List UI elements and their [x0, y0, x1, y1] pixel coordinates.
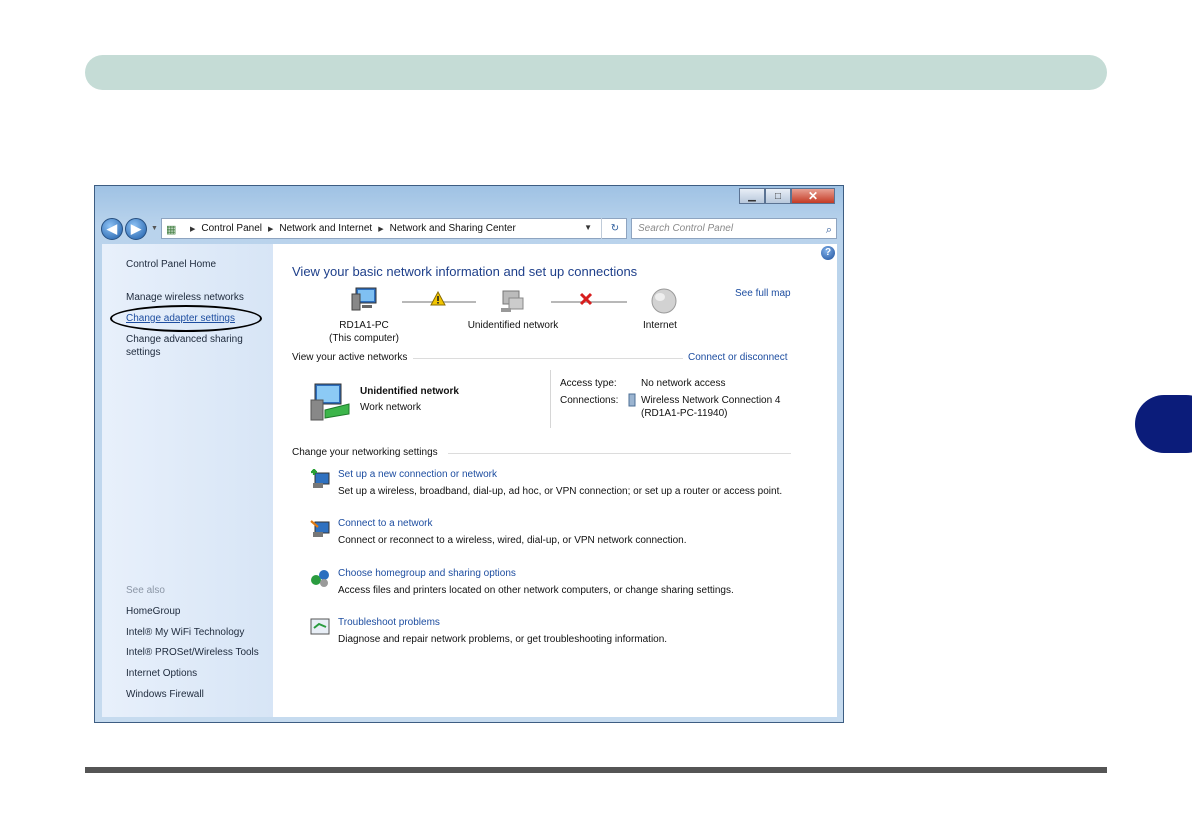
- computer-icon[interactable]: [350, 286, 380, 314]
- control-panel-window: ▁ □ ✕ ◀ ▶ ▼ ▦ ▶ Control Panel ▶ Network …: [94, 185, 844, 723]
- troubleshoot-problems-link[interactable]: Troubleshoot problems: [338, 617, 440, 628]
- connect-to-network-link[interactable]: Connect to a network: [338, 518, 433, 529]
- network-type-link[interactable]: Work network: [360, 401, 421, 414]
- connect-or-disconnect-link[interactable]: Connect or disconnect: [688, 352, 788, 363]
- help-icon[interactable]: ?: [821, 246, 835, 260]
- search-icon[interactable]: ⌕: [826, 221, 832, 240]
- wireless-signal-icon: [628, 393, 636, 407]
- maximize-button[interactable]: □: [765, 188, 791, 204]
- setup-new-connection-desc: Set up a wireless, broadband, dial-up, a…: [338, 486, 783, 497]
- intel-my-wifi-link[interactable]: Intel® My WiFi Technology: [126, 626, 244, 639]
- forward-button[interactable]: ▶: [125, 218, 147, 240]
- internet-label: Internet: [643, 320, 677, 331]
- connect-to-network-desc: Connect or reconnect to a wireless, wire…: [338, 535, 687, 546]
- search-placeholder: Search Control Panel: [638, 223, 734, 234]
- refresh-button[interactable]: ↻: [601, 218, 628, 239]
- chevron-right-icon[interactable]: ▶: [190, 225, 195, 233]
- troubleshoot-icon: [310, 618, 330, 635]
- breadcrumb-control-panel[interactable]: Control Panel: [201, 223, 262, 234]
- homegroup-options-desc: Access files and printers located on oth…: [338, 585, 734, 596]
- main-content: ? View your basic network information an…: [273, 244, 837, 717]
- navigation-bar: ◀ ▶ ▼ ▦ ▶ Control Panel ▶ Network and In…: [101, 217, 837, 241]
- active-networks-heading: View your active networks: [292, 352, 408, 363]
- see-also-label: See also: [126, 585, 165, 596]
- warning-icon: [430, 291, 446, 306]
- minimize-button[interactable]: ▁: [739, 188, 765, 204]
- homegroup-icon: [311, 570, 329, 587]
- setup-new-connection-link[interactable]: Set up a new connection or network: [338, 469, 497, 480]
- see-full-map-link[interactable]: See full map: [735, 288, 791, 299]
- breadcrumb-network-and-sharing-center[interactable]: Network and Sharing Center: [390, 223, 516, 234]
- access-type-value: No network access: [641, 378, 726, 389]
- chevron-right-icon[interactable]: ▶: [268, 225, 273, 233]
- breadcrumb-network-and-internet[interactable]: Network and Internet: [279, 223, 372, 234]
- internet-options-link[interactable]: Internet Options: [126, 667, 197, 680]
- disconnected-x-icon: [579, 292, 593, 306]
- left-navigation-pane: Control Panel Home Manage wireless netwo…: [102, 244, 273, 717]
- divider: [413, 358, 683, 359]
- connections-label: Connections:: [560, 395, 619, 406]
- this-computer-label: (This computer): [328, 333, 399, 344]
- windows-firewall-link[interactable]: Windows Firewall: [126, 688, 204, 701]
- highlight-ellipse: [110, 305, 262, 332]
- footer-rule: [85, 767, 1107, 773]
- wireless-connection-name: Wireless Network Connection 4: [641, 395, 781, 406]
- homegroup-link[interactable]: HomeGroup: [126, 605, 180, 618]
- control-panel-home-link[interactable]: Control Panel Home: [126, 258, 216, 271]
- caption-buttons: ▁ □ ✕: [739, 188, 835, 204]
- search-input[interactable]: Search Control Panel ⌕: [631, 218, 837, 239]
- change-advanced-sharing-settings-link[interactable]: Change advanced sharing settings: [126, 333, 256, 359]
- connect-network-icon: [310, 520, 330, 537]
- change-settings-heading: Change your networking settings: [292, 447, 438, 458]
- page-title: View your basic network information and …: [292, 264, 638, 279]
- unidentified-network-icon[interactable]: [499, 288, 527, 314]
- homegroup-options-link[interactable]: Choose homegroup and sharing options: [338, 568, 516, 579]
- wireless-connection-ssid: (RD1A1-PC-11940): [641, 408, 728, 419]
- troubleshoot-problems-desc: Diagnose and repair network problems, or…: [338, 634, 668, 645]
- divider: [448, 453, 791, 454]
- unidentified-network-label: Unidentified network: [467, 320, 559, 331]
- intel-proset-link[interactable]: Intel® PROSet/Wireless Tools: [126, 646, 259, 659]
- close-button[interactable]: ✕: [791, 188, 835, 204]
- page-header-bar: [85, 55, 1107, 90]
- back-button[interactable]: ◀: [101, 218, 123, 240]
- address-dropdown-icon[interactable]: ▼: [584, 223, 592, 232]
- network-icon: [310, 383, 350, 421]
- network-name: Unidentified network: [360, 386, 459, 397]
- manage-wireless-networks-link[interactable]: Manage wireless networks: [126, 291, 244, 304]
- access-type-label: Access type:: [560, 378, 617, 389]
- chevron-right-icon[interactable]: ▶: [378, 225, 383, 233]
- recent-pages-dropdown[interactable]: ▼: [151, 225, 158, 232]
- control-panel-icon: ▦: [166, 223, 177, 236]
- internet-globe-icon[interactable]: [650, 287, 678, 315]
- computer-name-label: RD1A1-PC: [339, 320, 389, 331]
- address-bar[interactable]: ▦ ▶ Control Panel ▶ Network and Internet…: [161, 218, 627, 239]
- chapter-tab: [1135, 395, 1192, 453]
- wireless-connection-link[interactable]: Wireless Network Connection 4 (RD1A1-PC-…: [641, 394, 781, 420]
- new-connection-icon: [311, 469, 330, 488]
- vertical-divider: [550, 370, 551, 428]
